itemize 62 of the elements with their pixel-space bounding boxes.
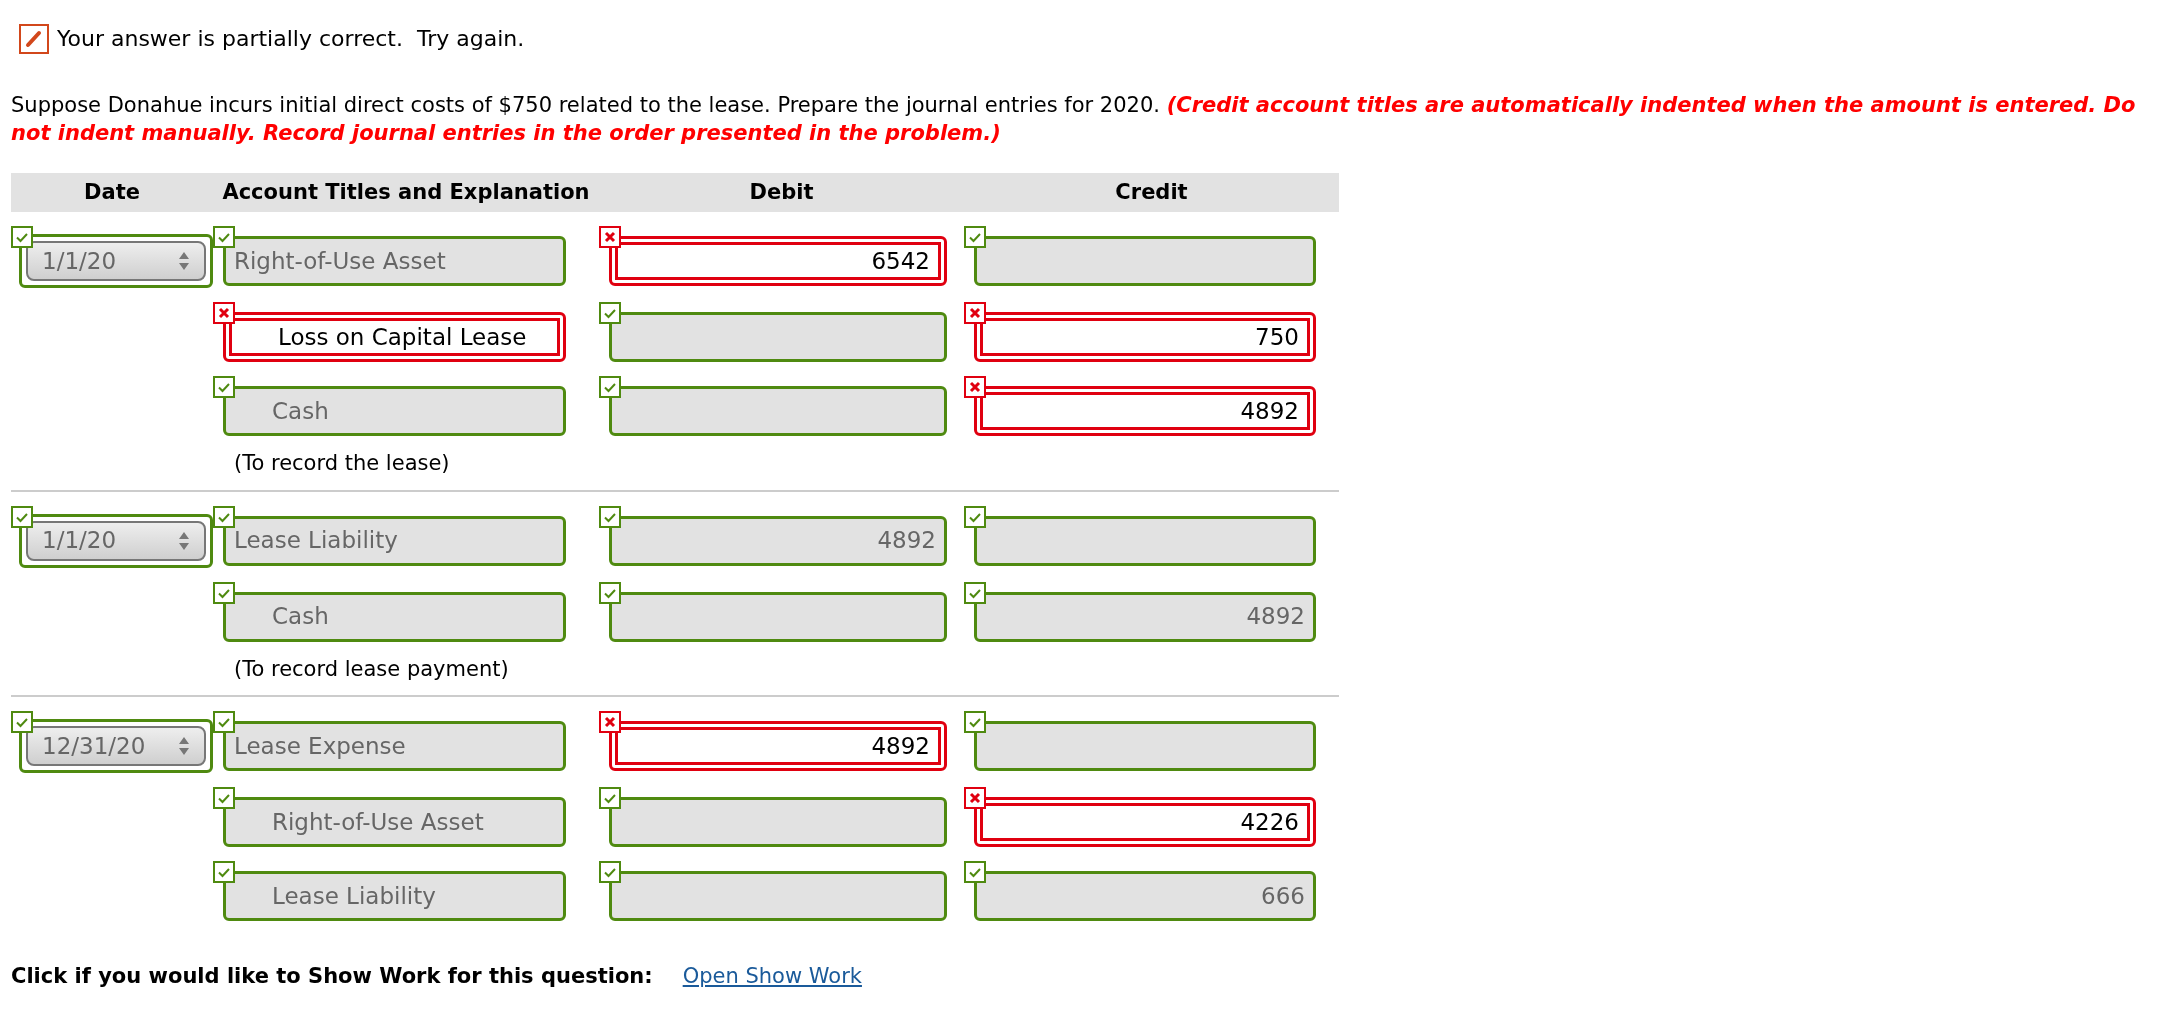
open-show-work-link[interactable]: Open Show Work [682,961,862,993]
check-icon [213,787,235,809]
column-header: Date [83,178,141,206]
cross-icon [964,302,986,324]
input-field[interactable]: 4892 [974,591,1316,642]
input-field[interactable]: Loss on Capital Lease [223,312,566,362]
check-icon [599,376,621,398]
check-icon [964,226,986,248]
check-icon [599,302,621,324]
input-field[interactable] [609,591,947,642]
cross-icon [213,302,235,324]
input-field[interactable]: Right-of-Use Asset [223,236,566,286]
date-select[interactable]: 1/1/20 [26,520,206,561]
check-icon [964,505,986,528]
check-icon [599,861,621,883]
check-icon [599,581,621,604]
check-icon [213,376,235,398]
cross-icon [964,787,986,809]
input-field[interactable]: 4226 [974,797,1316,847]
check-icon [964,581,986,604]
entry-explanation: (To record lease payment) [234,656,509,681]
entry-explanation: (To record the lease) [234,451,450,475]
input-field[interactable] [609,797,947,847]
column-header: Credit [1114,178,1189,206]
input-field[interactable]: Right-of-Use Asset [223,797,566,847]
input-field[interactable]: 4892 [974,386,1316,436]
input-field[interactable] [609,871,947,921]
feedback-message: Your answer is partially correct. Try again. [57,25,525,53]
date-select[interactable]: 1/1/20 [26,241,206,281]
check-icon [213,581,235,604]
cross-icon [964,376,986,398]
up-down-arrows-icon [178,736,190,756]
input-field[interactable] [974,236,1316,286]
check-icon [964,711,986,733]
input-field[interactable]: 666 [974,871,1316,921]
input-field[interactable]: Cash [223,386,566,436]
check-icon [213,861,235,883]
input-field[interactable] [609,386,947,436]
up-down-arrows-icon [178,251,190,271]
input-field[interactable] [974,721,1316,771]
input-field[interactable] [974,515,1316,566]
column-header: Debit [748,178,815,206]
pencil-icon [19,23,49,54]
input-field[interactable]: Lease Expense [223,721,566,771]
date-select[interactable]: 12/31/20 [26,726,206,766]
cross-icon [599,711,621,733]
cross-icon [599,226,621,248]
show-work-prompt: Click if you would like to Show Work for this question: [11,963,653,990]
check-icon [599,787,621,809]
check-icon [964,861,986,883]
check-icon [599,505,621,528]
input-field[interactable]: 4892 [609,721,947,771]
input-field[interactable]: Cash [223,591,566,642]
input-field[interactable] [609,312,947,362]
input-field[interactable]: 750 [974,312,1316,362]
input-field[interactable]: 4892 [609,515,947,566]
input-field[interactable]: Lease Liability [223,515,566,566]
column-header: Account Titles and Explanation [221,178,591,206]
question-text: Suppose Donahue incurs initial direct costs of $750 related to the lease. Prepare the journal entries for 2020. (Credit account titles are automatically indented when the amount is entered. Do not indent manually. Record journal entries in the order presented in the problem.) [11,92,2137,147]
input-field[interactable]: 6542 [609,236,947,286]
input-field[interactable]: Lease Liability [223,871,566,921]
up-down-arrows-icon [178,530,190,551]
